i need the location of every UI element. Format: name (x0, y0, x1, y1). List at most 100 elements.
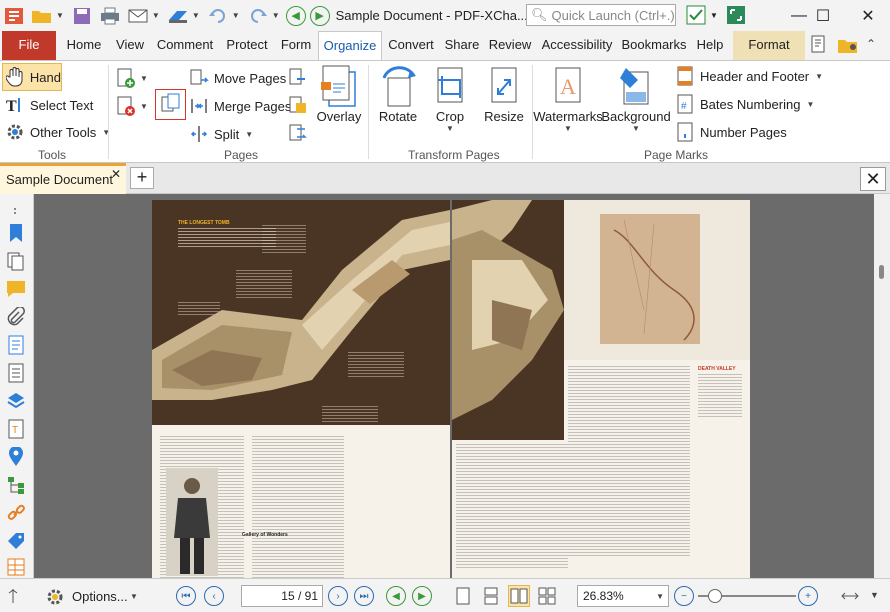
bookmark-icon[interactable] (5, 222, 27, 244)
tab-form[interactable]: Form (278, 31, 314, 60)
layers-icon[interactable] (5, 390, 27, 412)
redo-icon[interactable] (247, 5, 269, 27)
email-icon[interactable] (127, 5, 149, 27)
tab-bookmarks[interactable]: Bookmarks (619, 31, 689, 60)
tab-organize[interactable]: Organize (318, 31, 382, 61)
thumbnails-icon[interactable] (5, 250, 27, 272)
hand-tool-button[interactable]: Hand (2, 63, 62, 91)
zoom-field[interactable]: 26.83% ▼ (577, 585, 669, 607)
tags-icon[interactable]: T (5, 418, 27, 440)
scan-icon[interactable] (167, 5, 189, 27)
options-label[interactable]: Options... (72, 589, 128, 604)
content-icon[interactable] (5, 362, 27, 384)
tab-protect[interactable]: Protect (222, 31, 272, 60)
close-document-button[interactable]: ✕ (860, 167, 886, 191)
bates-numbering-button[interactable]: # Bates Numbering ▼ (674, 93, 814, 115)
tab-accessibility[interactable]: Accessibility (539, 31, 615, 60)
tab-home[interactable]: Home (62, 31, 106, 60)
watermarks-button[interactable]: A Watermarks ▼ (533, 65, 603, 133)
facing-pages-icon[interactable] (508, 585, 530, 607)
forward-icon[interactable]: ▶ (309, 5, 330, 26)
next-page-button[interactable]: › (328, 586, 348, 606)
last-page-button[interactable]: ⏭ (354, 586, 374, 606)
maximize-button[interactable]: ☐ (800, 0, 846, 31)
scrollbar-thumb[interactable] (879, 265, 884, 279)
fullscreen-icon[interactable] (724, 4, 748, 26)
tab-convert[interactable]: Convert (386, 31, 436, 60)
document-tab[interactable]: Sample Document ✕ (0, 163, 126, 194)
zoom-in-button[interactable]: + (798, 586, 818, 606)
tab-file[interactable]: File (2, 31, 56, 60)
rotate-button[interactable]: Rotate (374, 65, 422, 124)
back-view-button[interactable]: ◀ (386, 586, 406, 606)
tab-review[interactable]: Review (488, 31, 532, 60)
number-pages-button[interactable]: Number Pages (674, 121, 787, 143)
swap-pages-icon[interactable] (288, 123, 310, 145)
close-tab-icon[interactable]: ✕ (111, 167, 121, 181)
undo-icon[interactable] (207, 5, 229, 27)
crop-pages-icon[interactable] (288, 95, 310, 117)
previous-page-button[interactable]: ‹ (204, 586, 224, 606)
single-page-icon[interactable] (452, 585, 474, 607)
select-text-button[interactable]: T Select Text (4, 94, 93, 116)
links-icon[interactable] (5, 502, 27, 524)
tab-share[interactable]: Share (442, 31, 482, 60)
chevron-down-icon[interactable]: ▼ (870, 590, 879, 600)
new-tab-button[interactable]: + (130, 167, 154, 189)
tab-view[interactable]: View (112, 31, 148, 60)
tab-format[interactable]: Format (733, 31, 805, 60)
zoom-slider[interactable] (698, 589, 796, 603)
vertical-scrollbar[interactable] (874, 194, 890, 578)
structure-icon[interactable] (5, 474, 27, 496)
page-organizer-icon[interactable] (5, 556, 27, 578)
save-icon[interactable] (71, 5, 93, 27)
collapse-ribbon-icon[interactable]: ⌃ (866, 37, 876, 51)
chevron-down-icon[interactable]: ▼ (710, 11, 718, 20)
open-folder-icon[interactable] (31, 5, 53, 27)
background-button[interactable]: Background ▼ (601, 65, 671, 133)
header-footer-button[interactable]: Header and Footer ▼ (674, 65, 823, 87)
chevron-down-icon[interactable]: ▼ (152, 11, 160, 20)
tab-comment[interactable]: Comment (154, 31, 216, 60)
split-button[interactable]: Split ▼ (188, 123, 253, 145)
overlay-button[interactable]: Overlay (316, 65, 362, 124)
comments-icon[interactable] (5, 278, 27, 300)
document-properties-icon[interactable] (5, 334, 27, 356)
first-page-button[interactable]: ⏮ (176, 586, 196, 606)
other-tools-button[interactable]: Other Tools ▼ (4, 121, 110, 143)
chevron-down-icon[interactable]: ▼ (192, 11, 200, 20)
back-icon[interactable]: ◀ (285, 5, 306, 26)
chevron-down-icon[interactable]: ▼ (56, 11, 64, 20)
tab-help[interactable]: Help (693, 31, 727, 60)
attachments-icon[interactable] (5, 306, 27, 328)
chevron-down-icon[interactable]: ▼ (272, 11, 280, 20)
extract-pages-button[interactable] (155, 89, 186, 120)
checkbox-toolbar-icon[interactable] (684, 4, 708, 26)
quick-launch-search[interactable]: 🔍︎ Quick Launch (Ctrl+.) (526, 4, 676, 26)
gear-icon[interactable] (44, 586, 68, 608)
chevron-down-icon[interactable]: ▼ (656, 592, 664, 601)
app-logo-icon[interactable] (3, 5, 25, 27)
forward-view-button[interactable]: ▶ (412, 586, 432, 606)
tag-label-icon[interactable] (5, 530, 27, 552)
replace-pages-icon[interactable] (288, 67, 310, 89)
crop-button[interactable]: Crop ▼ (428, 65, 472, 133)
merge-pages-button[interactable]: Merge Pages (188, 95, 291, 117)
zoom-slider-knob[interactable] (708, 589, 722, 603)
move-pages-button[interactable]: Move Pages (188, 67, 286, 89)
chevron-down-icon[interactable]: ▼ (130, 592, 138, 601)
pin-icon[interactable] (6, 588, 20, 604)
print-icon[interactable] (99, 5, 121, 27)
chevron-down-icon[interactable]: ▼ (232, 11, 240, 20)
page-number-field[interactable]: 15 / 91 (241, 585, 323, 607)
folder-user-icon[interactable] (836, 33, 860, 57)
continuous-page-icon[interactable] (480, 585, 502, 607)
delete-pages-button[interactable]: ▼ (114, 95, 148, 117)
document-properties-icon[interactable] (808, 33, 832, 57)
insert-pages-button[interactable]: ▼ (114, 67, 148, 89)
zoom-out-button[interactable]: − (674, 586, 694, 606)
close-window-button[interactable]: ✕ (845, 0, 890, 31)
continuous-facing-icon[interactable] (536, 585, 558, 607)
document-canvas[interactable]: THE LONGEST TOMB Gallery of Wonders DEAT… (34, 194, 874, 578)
fit-width-icon[interactable] (840, 587, 860, 605)
